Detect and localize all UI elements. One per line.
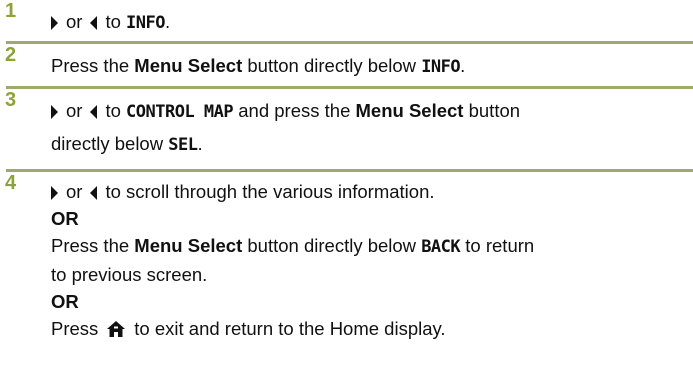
display-label: INFO (421, 57, 461, 77)
right-arrow-icon (51, 186, 58, 200)
step-number: 4 (5, 172, 17, 194)
right-arrow-icon (51, 16, 58, 30)
left-arrow-icon (90, 16, 98, 30)
step-text-line-3: Press the Menu Select button directly be… (51, 232, 687, 261)
display-label: SEL (168, 135, 198, 155)
step-number: 1 (5, 0, 17, 22)
left-arrow-icon (90, 186, 98, 200)
to-text: to (105, 100, 121, 121)
press-text: Press the (51, 55, 130, 76)
step-text: or to INFO. (51, 6, 687, 39)
button-below-text: button directly below (247, 55, 417, 76)
display-label: BACK (421, 237, 461, 257)
step-text: Press the Menu Select button directly be… (51, 50, 687, 83)
step-text-line-2: directly below SEL. (51, 128, 687, 161)
step-number: 3 (5, 89, 17, 111)
step-text-line-1: or to scroll through the various informat… (51, 178, 687, 205)
display-label: INFO (126, 13, 165, 33)
instruction-steps: 1 or to INFO. 2 Press the Menu Select but… (0, 0, 693, 345)
and-press-text: and press the (238, 100, 351, 121)
or-text: or (66, 11, 83, 32)
step-2: 2 Press the Menu Select button directly … (0, 44, 693, 86)
or-text: or (66, 100, 83, 121)
directly-below-text: directly below (51, 133, 164, 154)
to-text: to (105, 11, 121, 32)
press-text: Press the (51, 235, 130, 256)
exit-text: to exit and return to the Home display. (134, 318, 446, 339)
step-4: 4 or to scroll through the various inform… (0, 172, 693, 345)
menu-select-label: Menu Select (355, 100, 464, 121)
step-1: 1 or to INFO. (0, 0, 693, 41)
period: . (197, 133, 203, 154)
scroll-text: to scroll through the various informatio… (105, 181, 435, 202)
left-arrow-icon (90, 105, 98, 119)
step-number: 2 (5, 44, 17, 66)
period: . (460, 55, 466, 76)
menu-select-label: Menu Select (134, 235, 243, 256)
right-arrow-icon (51, 105, 58, 119)
to-return-text: to return (465, 235, 535, 256)
display-label: CONTROL MAP (126, 102, 234, 122)
press-text: Press (51, 318, 99, 339)
or-heading: OR (51, 291, 79, 312)
button-text: button (468, 100, 521, 121)
step-text-line-1: or to CONTROL MAP and press the Menu Sele… (51, 95, 687, 128)
button-below-text: button directly below (247, 235, 417, 256)
period: . (164, 11, 171, 32)
step-text-line-6: Press to exit and return to the Home disp… (51, 315, 687, 345)
or-text: or (66, 181, 83, 202)
menu-select-label: Menu Select (134, 55, 243, 76)
home-icon (106, 318, 126, 345)
step-3: 3 or to CONTROL MAP and press the Menu Se… (0, 89, 693, 169)
or-heading: OR (51, 208, 79, 229)
step-text-line-4: to previous screen. (51, 264, 208, 285)
